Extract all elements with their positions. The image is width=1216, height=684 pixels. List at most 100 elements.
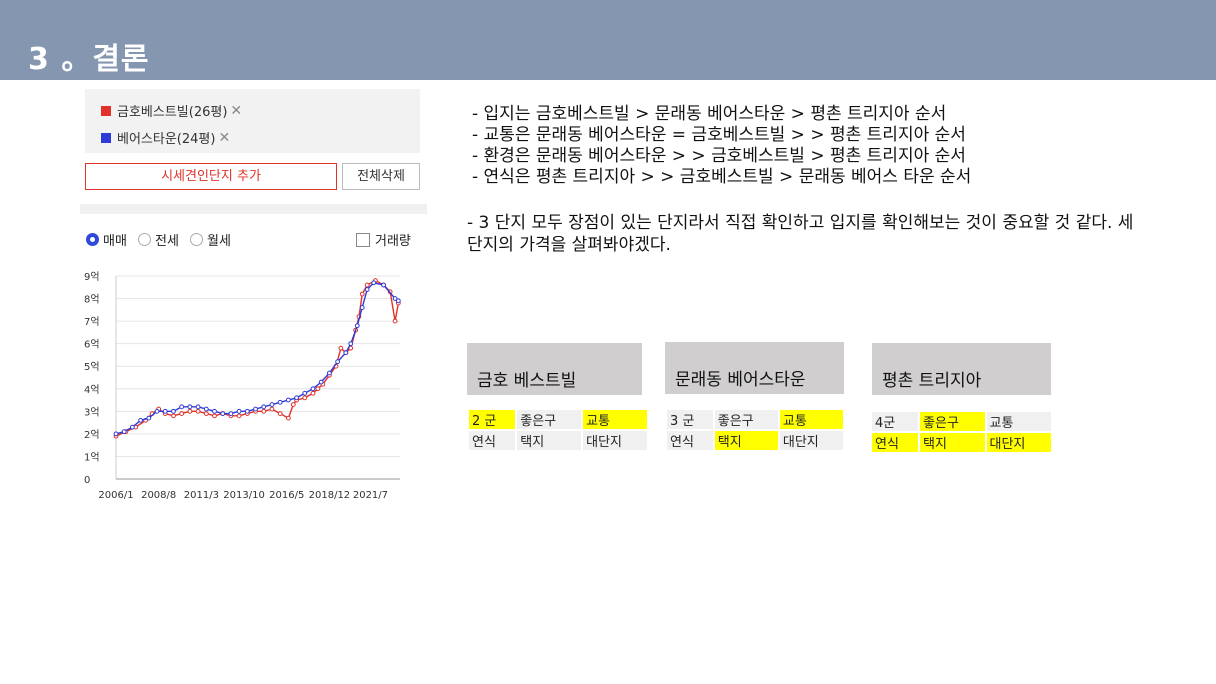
x-tick-label: 2008/8 bbox=[141, 490, 176, 501]
legend-panel: 금호베스트빌(26평) ✕ 베어스타운(24평) ✕ bbox=[85, 89, 420, 153]
data-point bbox=[395, 298, 401, 304]
data-point bbox=[348, 341, 354, 347]
slide-title: 3 。결론 bbox=[28, 42, 150, 77]
radio-icon bbox=[190, 233, 203, 246]
divider bbox=[80, 204, 427, 214]
tag-cell: 좋은구 bbox=[714, 410, 778, 429]
data-point bbox=[277, 399, 283, 405]
tag-cell: 좋은구 bbox=[517, 410, 582, 429]
data-point bbox=[171, 408, 176, 414]
y-tick-label: 6억 bbox=[84, 339, 100, 351]
data-point bbox=[354, 323, 360, 329]
y-tick-label: 9억 bbox=[84, 271, 100, 283]
data-point bbox=[236, 413, 242, 419]
x-tick-label: 2006/1 bbox=[98, 490, 133, 501]
data-point bbox=[285, 397, 291, 403]
data-point bbox=[203, 406, 209, 412]
card-title-trizia: 평촌 트리지아 bbox=[872, 343, 1051, 395]
radio-monthly[interactable]: 월세 bbox=[190, 230, 231, 249]
tag-cell: 택지 bbox=[714, 431, 778, 450]
volume-checkbox[interactable]: 거래량 bbox=[356, 230, 411, 249]
y-tick-label: 1억 bbox=[84, 451, 100, 463]
bullet-age: - 연식은 평촌 트리지아 > > 금호베스트빌 > 문래동 베어스 타운 순서 bbox=[472, 167, 972, 187]
delete-all-button[interactable]: 전체삭제 bbox=[342, 163, 420, 190]
y-tick-label: 2억 bbox=[84, 429, 100, 441]
data-point bbox=[138, 417, 144, 423]
legend-label: 금호베스트빌(26평) bbox=[117, 105, 228, 120]
radio-jeonse[interactable]: 전세 bbox=[138, 230, 179, 249]
data-point bbox=[343, 350, 349, 356]
data-point bbox=[359, 291, 365, 297]
data-point bbox=[359, 305, 365, 310]
radio-sale[interactable]: 매매 bbox=[86, 230, 127, 249]
y-tick-label: 7억 bbox=[84, 316, 100, 328]
bullet-location: - 입지는 금호베스트빌 > 문래동 베어스타운 > 평촌 트리지아 순서 bbox=[472, 104, 947, 124]
data-point bbox=[187, 408, 193, 414]
data-point bbox=[253, 406, 258, 412]
data-point bbox=[290, 402, 296, 407]
tag-cell: 대단지 bbox=[583, 431, 647, 450]
bullet-environment: - 환경은 문래동 베어스타운 > > 금호베스트빌 > 평촌 트리지아 순서 bbox=[472, 146, 966, 166]
data-point bbox=[195, 408, 201, 414]
data-point bbox=[364, 282, 370, 288]
data-point bbox=[244, 408, 250, 414]
red-square-icon bbox=[101, 105, 111, 116]
tag-cell: 교통 bbox=[986, 412, 1051, 431]
tag-cell: 연식 bbox=[667, 431, 713, 450]
tag-cell: 대단지 bbox=[986, 433, 1051, 452]
radio-label: 전세 bbox=[155, 234, 179, 249]
data-point bbox=[315, 386, 321, 392]
card-title-kumho: 금호 베스트빌 bbox=[467, 343, 642, 395]
tag-cell: 2 군 bbox=[469, 410, 516, 429]
x-tick-label: 2013/10 bbox=[223, 490, 265, 501]
data-point bbox=[154, 408, 160, 414]
y-tick-label: 4억 bbox=[84, 384, 100, 396]
tag-cell: 교통 bbox=[583, 410, 647, 429]
y-tick-label: 5억 bbox=[84, 361, 100, 373]
legend-label: 베어스타운(24평) bbox=[117, 132, 216, 147]
radio-label: 매매 bbox=[103, 234, 127, 249]
close-icon[interactable]: ✕ bbox=[230, 103, 242, 119]
data-point bbox=[179, 404, 185, 410]
x-tick-label: 2018/12 bbox=[309, 490, 351, 501]
price-chart: 0 1억 2억 3억 4억 5억 6억 7억 8억 9억 2006/1 2008/8 2011/3 201… bbox=[84, 271, 401, 501]
tag-cell: 좋은구 bbox=[920, 412, 985, 431]
tag-cell: 4군 bbox=[872, 412, 919, 431]
data-point bbox=[146, 415, 152, 421]
card-table-bears: 3 군 좋은구 교통 연식 택지 대단지 bbox=[665, 408, 845, 452]
data-point bbox=[203, 411, 209, 416]
data-point bbox=[310, 386, 316, 392]
data-point bbox=[277, 411, 283, 416]
add-complex-button[interactable]: 시세견인단지 추가 bbox=[85, 163, 337, 190]
tag-cell: 택지 bbox=[920, 433, 985, 452]
checkbox-icon bbox=[356, 232, 370, 247]
y-tick-label: 3억 bbox=[84, 406, 100, 418]
blue-square-icon bbox=[101, 132, 111, 143]
data-point bbox=[335, 359, 341, 365]
data-point bbox=[212, 413, 217, 419]
radio-icon bbox=[86, 233, 99, 246]
x-tick-label: 2016/5 bbox=[269, 490, 304, 501]
data-point bbox=[310, 390, 316, 396]
conclusion-text: - 3 단지 모두 장점이 있는 단지라서 직접 확인하고 입지를 확인해보는 … bbox=[467, 213, 1134, 255]
data-point bbox=[302, 390, 308, 396]
data-point bbox=[327, 370, 332, 376]
data-point bbox=[121, 429, 127, 435]
data-point bbox=[187, 404, 193, 410]
bullet-transport: - 교통은 문래동 베어스타운 = 금호베스트빌 > > 평촌 트리지아 순서 bbox=[472, 125, 966, 145]
checkbox-label: 거래량 bbox=[375, 234, 411, 249]
y-tick-label: 0 bbox=[84, 475, 90, 486]
data-point bbox=[294, 395, 299, 401]
legend-item-kumho: 금호베스트빌(26평) ✕ bbox=[101, 101, 242, 120]
data-point bbox=[381, 282, 386, 288]
data-point bbox=[285, 415, 291, 421]
tag-cell: 택지 bbox=[517, 431, 582, 450]
data-point bbox=[179, 411, 185, 416]
close-icon[interactable]: ✕ bbox=[218, 130, 230, 146]
data-point bbox=[220, 411, 226, 416]
data-point bbox=[261, 404, 267, 410]
data-point bbox=[236, 408, 242, 414]
tag-cell: 연식 bbox=[469, 431, 516, 450]
data-point bbox=[392, 318, 398, 324]
data-point bbox=[113, 431, 119, 437]
